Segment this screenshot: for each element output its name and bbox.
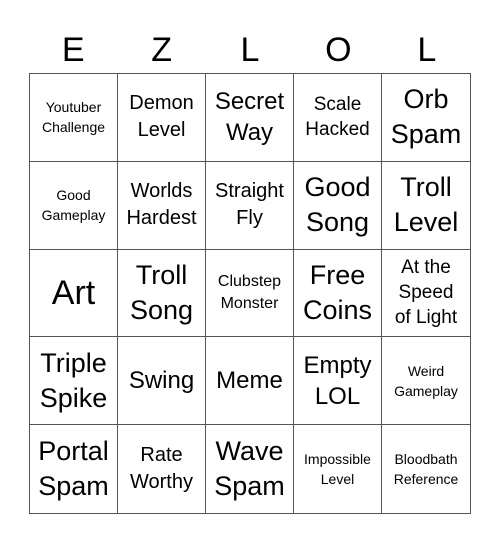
bingo-cell-r2c4[interactable]: Good Song — [294, 161, 382, 250]
header-letter-o: O — [325, 31, 352, 69]
bingo-cell-r2c1[interactable]: Good Gameplay — [30, 161, 118, 250]
bingo-header: E Z L O L — [29, 28, 471, 72]
cell-label: Swing — [128, 367, 195, 395]
header-letter-e: E — [61, 31, 85, 69]
bingo-cell-r1c5[interactable]: Orb Spam — [382, 74, 470, 162]
bingo-cell-r1c4[interactable]: Scale Hacked — [294, 74, 382, 162]
cell-label: Bloodbath Reference — [393, 451, 459, 488]
cell-label: Free Coins — [302, 259, 373, 325]
cell-label: Impossible Level — [304, 451, 371, 488]
header-letter-l-2: L — [417, 31, 437, 69]
bingo-cell-r2c5[interactable]: Troll Level — [382, 162, 470, 250]
bingo-cell-r4c3[interactable]: Meme — [206, 337, 294, 426]
bingo-cell-r3c4[interactable]: Free Coins — [294, 249, 382, 338]
cell-label: At the Speed of Light — [394, 257, 458, 329]
bingo-cell-r3c3[interactable]: Clubstep Monster — [206, 249, 294, 338]
bingo-cell-r1c3[interactable]: Secret Way — [206, 74, 294, 162]
cell-label: Empty LOL — [303, 351, 372, 410]
cell-label: Art — [51, 273, 96, 312]
bingo-cell-r2c3[interactable]: Straight Fly — [206, 161, 294, 250]
bingo-cell-r3c5[interactable]: At the Speed of Light — [382, 250, 470, 338]
bingo-cell-r1c1[interactable]: Youtuber Challenge — [30, 74, 118, 162]
bingo-cell-r5c2[interactable]: Rate Worthy — [118, 425, 206, 513]
cell-label: Triple Spike — [39, 347, 108, 413]
cell-label: Straight Fly — [215, 180, 284, 230]
cell-label: Portal Spam — [38, 436, 109, 502]
bingo-cell-r5c5[interactable]: Bloodbath Reference — [382, 425, 470, 513]
bingo-board: Youtuber Challenge Demon Level Secret Wa… — [29, 73, 471, 514]
cell-label: Secret Way — [214, 88, 285, 147]
cell-label: Good Gameplay — [41, 187, 106, 224]
cell-label: Scale Hacked — [305, 94, 370, 141]
cell-label: Meme — [216, 367, 283, 395]
bingo-cell-r4c2[interactable]: Swing — [118, 337, 206, 426]
bingo-cell-r4c1[interactable]: Triple Spike — [30, 337, 118, 426]
bingo-cell-r4c5[interactable]: Weird Gameplay — [382, 337, 470, 426]
bingo-cell-r3c2[interactable]: Troll Song — [118, 249, 206, 338]
cell-label: Demon Level — [129, 92, 194, 142]
bingo-cell-r5c1[interactable]: Portal Spam — [30, 425, 118, 513]
cell-label: Wave Spam — [214, 436, 285, 502]
bingo-cell-r5c4[interactable]: Impossible Level — [294, 425, 382, 513]
cell-label: Weird Gameplay — [394, 362, 458, 399]
cell-label: Good Song — [304, 172, 371, 238]
cell-label: Rate Worthy — [130, 444, 193, 494]
bingo-cell-r1c2[interactable]: Demon Level — [118, 74, 206, 162]
header-letter-z: Z — [151, 31, 172, 69]
cell-label: Orb Spam — [390, 84, 462, 150]
bingo-cell-r4c4[interactable]: Empty LOL — [294, 337, 382, 426]
cell-label: Troll Level — [393, 172, 459, 238]
cell-label: Troll Song — [129, 259, 194, 325]
cell-label: Clubstep Monster — [217, 272, 282, 312]
bingo-cell-r5c3[interactable]: Wave Spam — [206, 425, 294, 513]
header-letter-l: L — [240, 31, 260, 69]
bingo-cell-r3c1[interactable]: Art — [30, 249, 118, 338]
cell-label: Youtuber Challenge — [41, 99, 106, 136]
bingo-cell-r2c2[interactable]: Worlds Hardest — [118, 161, 206, 250]
cell-label: Worlds Hardest — [126, 180, 197, 230]
